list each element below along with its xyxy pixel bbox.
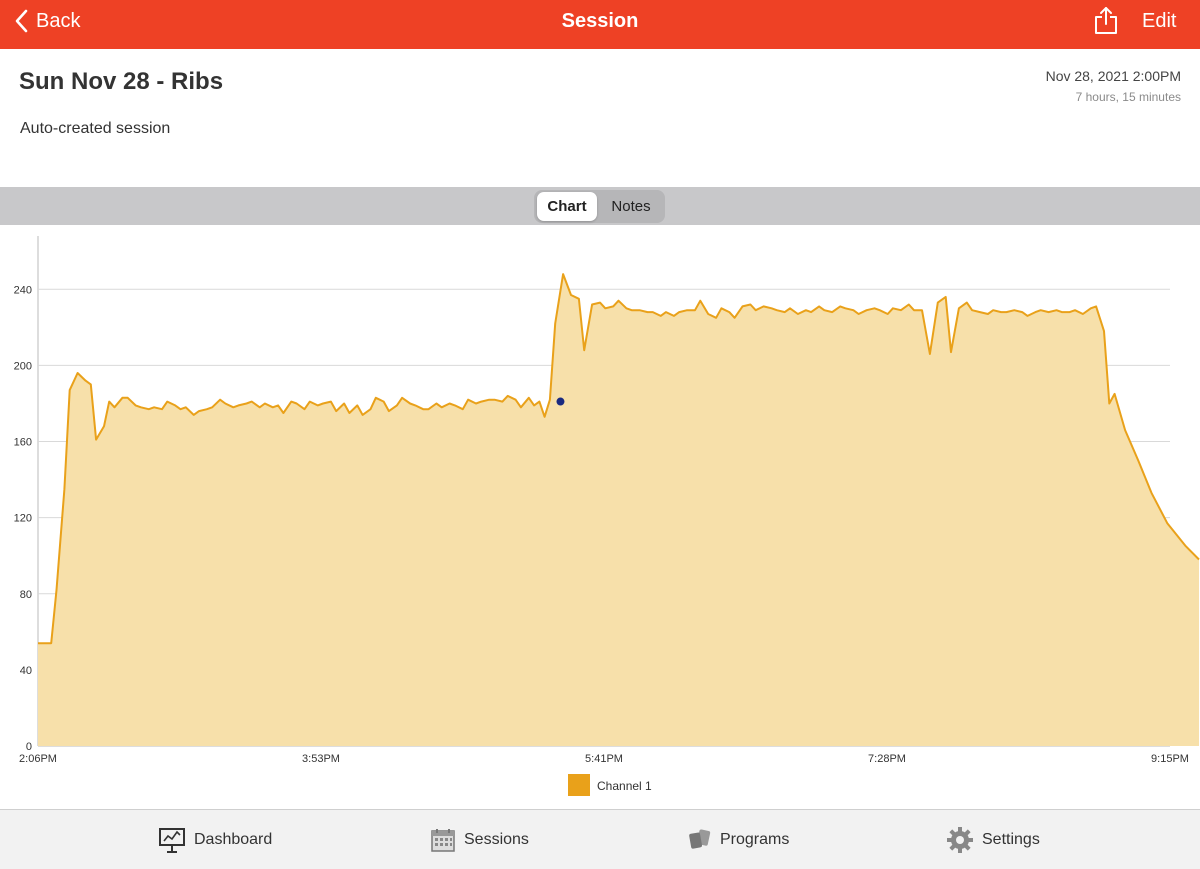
temperature-chart: 0 40 80 120 160 200 240 2:06PM 3:53PM 5:41PM 7:28… <box>14 236 1200 796</box>
tab-sessions-label: Sessions <box>464 830 529 848</box>
y-tick-label: 80 <box>20 589 32 601</box>
chevron-left-icon <box>15 9 28 33</box>
tab-bar: Dashboard Sessions Programs Settings <box>0 809 1200 869</box>
share-icon[interactable] <box>1093 5 1119 35</box>
session-date: Nov 28, 2021 2:00PM <box>1045 68 1181 84</box>
x-tick-label: 3:53PM <box>302 753 340 765</box>
session-description: Auto-created session <box>20 120 171 137</box>
dashboard-icon <box>159 827 185 853</box>
x-tick-label: 9:15PM <box>1151 753 1189 765</box>
tab-programs[interactable]: Programs <box>688 810 789 869</box>
tab-sessions[interactable]: Sessions <box>430 810 529 869</box>
segmented-control: Chart Notes <box>534 190 665 223</box>
y-tick-label: 200 <box>14 360 32 372</box>
y-tick-label: 120 <box>14 513 32 525</box>
tab-dashboard[interactable]: Dashboard <box>158 810 272 869</box>
tab-programs-label: Programs <box>720 830 790 848</box>
gear-icon <box>947 826 973 853</box>
y-tick-label: 240 <box>14 284 32 296</box>
x-tick-label: 2:06PM <box>19 753 57 765</box>
x-tick-label: 5:41PM <box>585 753 623 765</box>
tab-settings-label: Settings <box>982 830 1040 848</box>
tab-settings[interactable]: Settings <box>946 810 1040 869</box>
session-duration: 7 hours, 15 minutes <box>1075 90 1181 104</box>
y-tick-label: 40 <box>20 665 32 677</box>
session-title: Sun Nov 28 - Ribs <box>19 68 224 95</box>
y-tick-label: 160 <box>14 437 32 449</box>
calendar-icon <box>431 828 455 852</box>
chart-legend: Channel 1 <box>568 774 652 796</box>
segment-bar: Chart Notes <box>0 187 1200 225</box>
series-area <box>38 274 1199 746</box>
cards-icon <box>689 829 711 849</box>
edit-button[interactable]: Edit <box>1142 0 1176 42</box>
tab-chart[interactable]: Chart <box>537 192 597 221</box>
legend-swatch <box>568 774 590 796</box>
y-axis-labels: 0 40 80 120 160 200 240 <box>14 284 32 753</box>
x-axis-labels: 2:06PM 3:53PM 5:41PM 7:28PM 9:15PM <box>19 753 1189 765</box>
page-title: Session <box>561 10 639 32</box>
tab-dashboard-label: Dashboard <box>194 830 273 848</box>
navigation-bar: Back Session Edit <box>0 0 1200 49</box>
x-tick-label: 7:28PM <box>868 753 906 765</box>
back-button[interactable]: Back <box>14 0 80 42</box>
legend-label: Channel 1 <box>597 779 652 793</box>
y-tick-label: 0 <box>26 741 32 753</box>
tab-notes[interactable]: Notes <box>600 192 662 221</box>
selected-point-marker[interactable] <box>556 397 565 406</box>
back-label: Back <box>36 9 81 32</box>
